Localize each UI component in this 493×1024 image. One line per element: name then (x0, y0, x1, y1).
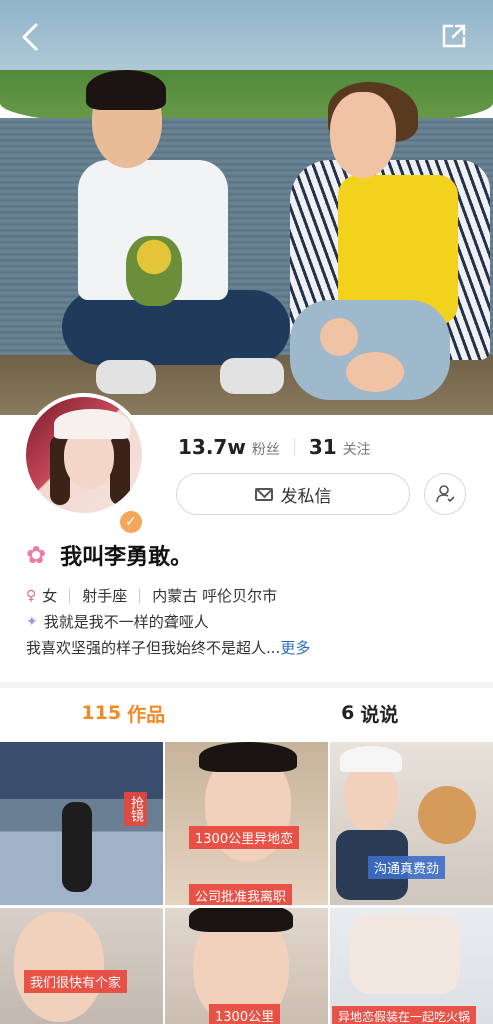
tile-tag: 公司批准我离职 (189, 884, 293, 905)
tile-tag: 我们很快有个家 (24, 970, 128, 993)
followers-label[interactable]: 粉丝 (252, 439, 280, 459)
user-add-icon (436, 485, 455, 503)
followers-count[interactable]: 13.7w (178, 435, 246, 459)
profile-section: ✓ 13.7w 粉丝 31 关注 发私信 ✿ 我叫李勇敢。 ♀ 女 射手座 内蒙… (0, 393, 493, 687)
tile-tag: 1300公里异地恋 (189, 826, 300, 849)
meta-divider (139, 588, 141, 603)
more-link[interactable]: 更多 (280, 639, 310, 657)
cover-man-legs (62, 290, 290, 365)
cover-flowers (126, 236, 182, 306)
work-tile[interactable]: 1300公里 (165, 908, 328, 1024)
flower-icon: ✿ (26, 541, 47, 569)
following-count[interactable]: 31 (309, 435, 337, 459)
works-count: 115 (81, 702, 122, 724)
bio-line-2-text: 我喜欢坚强的样子但我始终不是超人... (26, 639, 281, 657)
profile-name: 我叫李勇敢。 (60, 545, 193, 570)
tile-object (350, 914, 460, 994)
profile-tabs: 115 作品 6 说说 (0, 688, 493, 738)
tile-hair (199, 742, 297, 772)
profile-meta: ♀ 女 射手座 内蒙古 呼伦贝尔市 (26, 585, 277, 606)
bio-line-1: ✦ 我就是我不一样的聋哑人 (26, 611, 209, 632)
tile-person (62, 802, 92, 892)
add-friend-button[interactable] (424, 473, 466, 515)
tile-face (14, 912, 104, 1022)
following-label[interactable]: 关注 (343, 439, 371, 459)
tile-tag: 1300公里 (209, 1004, 281, 1024)
cover-woman-head (330, 92, 396, 178)
back-button[interactable] (20, 22, 42, 57)
tile-tag: 沟通真费劲 (368, 856, 446, 879)
avatar[interactable] (22, 393, 146, 517)
work-tile[interactable]: 1300公里异地恋 公司批准我离职 (165, 742, 328, 905)
cover-photo (0, 0, 493, 415)
verified-badge-icon: ✓ (118, 509, 144, 535)
work-tile[interactable]: 沟通真费劲 (330, 742, 493, 905)
cover-woman-knee (320, 318, 358, 356)
avatar-image (26, 397, 142, 513)
fairy-icon: ✦ (26, 613, 38, 630)
avatar-hair (110, 435, 130, 505)
tab-works[interactable]: 115 作品 (0, 688, 247, 738)
mail-icon (254, 487, 273, 501)
work-tile[interactable]: 我们很快有个家 (0, 908, 163, 1024)
bio-line-1-text: 我就是我不一样的聋哑人 (43, 613, 209, 631)
tile-tag: 抢镜 (124, 792, 147, 826)
cover-man-hair (86, 70, 166, 110)
meta-divider (69, 588, 71, 603)
gender-text: 女 (42, 587, 58, 605)
tile-cap (340, 746, 402, 772)
cover-man-shoe (220, 358, 284, 394)
share-button[interactable] (440, 22, 468, 55)
work-tile[interactable]: 抢镜 (0, 742, 163, 905)
zodiac-text: 射手座 (82, 587, 128, 605)
location-text: 内蒙古 呼伦贝尔市 (152, 587, 278, 605)
work-tile[interactable]: 异地恋假装在一起吃火锅 (330, 908, 493, 1024)
posts-count: 6 (341, 702, 355, 724)
works-label: 作品 (127, 703, 166, 726)
stats-divider (293, 439, 295, 455)
cover-woman-knee (346, 352, 404, 392)
tile-hair (189, 908, 293, 932)
posts-label: 说说 (360, 703, 399, 726)
chevron-left-icon (22, 23, 38, 51)
avatar-cap (54, 409, 130, 439)
cover-man-shoe (96, 360, 156, 394)
external-share-icon (442, 24, 466, 48)
name-row: ✿ 我叫李勇敢。 (26, 539, 192, 571)
bio-line-2: 我喜欢坚强的样子但我始终不是超人...更多 (26, 637, 310, 658)
cover-trees (0, 70, 493, 125)
works-grid: 抢镜 1300公里异地恋 公司批准我离职 沟通真费劲 我们很快有个家 1300公… (0, 742, 493, 1024)
tab-posts[interactable]: 6 说说 (247, 688, 493, 738)
send-message-button[interactable]: 发私信 (176, 473, 410, 515)
stats-row: 13.7w 粉丝 31 关注 (178, 435, 371, 459)
female-icon: ♀ (26, 587, 37, 604)
tile-face (344, 762, 398, 832)
tile-tag: 异地恋假装在一起吃火锅 (332, 1006, 477, 1024)
send-message-label: 发私信 (280, 486, 332, 507)
tile-dog (418, 786, 476, 844)
